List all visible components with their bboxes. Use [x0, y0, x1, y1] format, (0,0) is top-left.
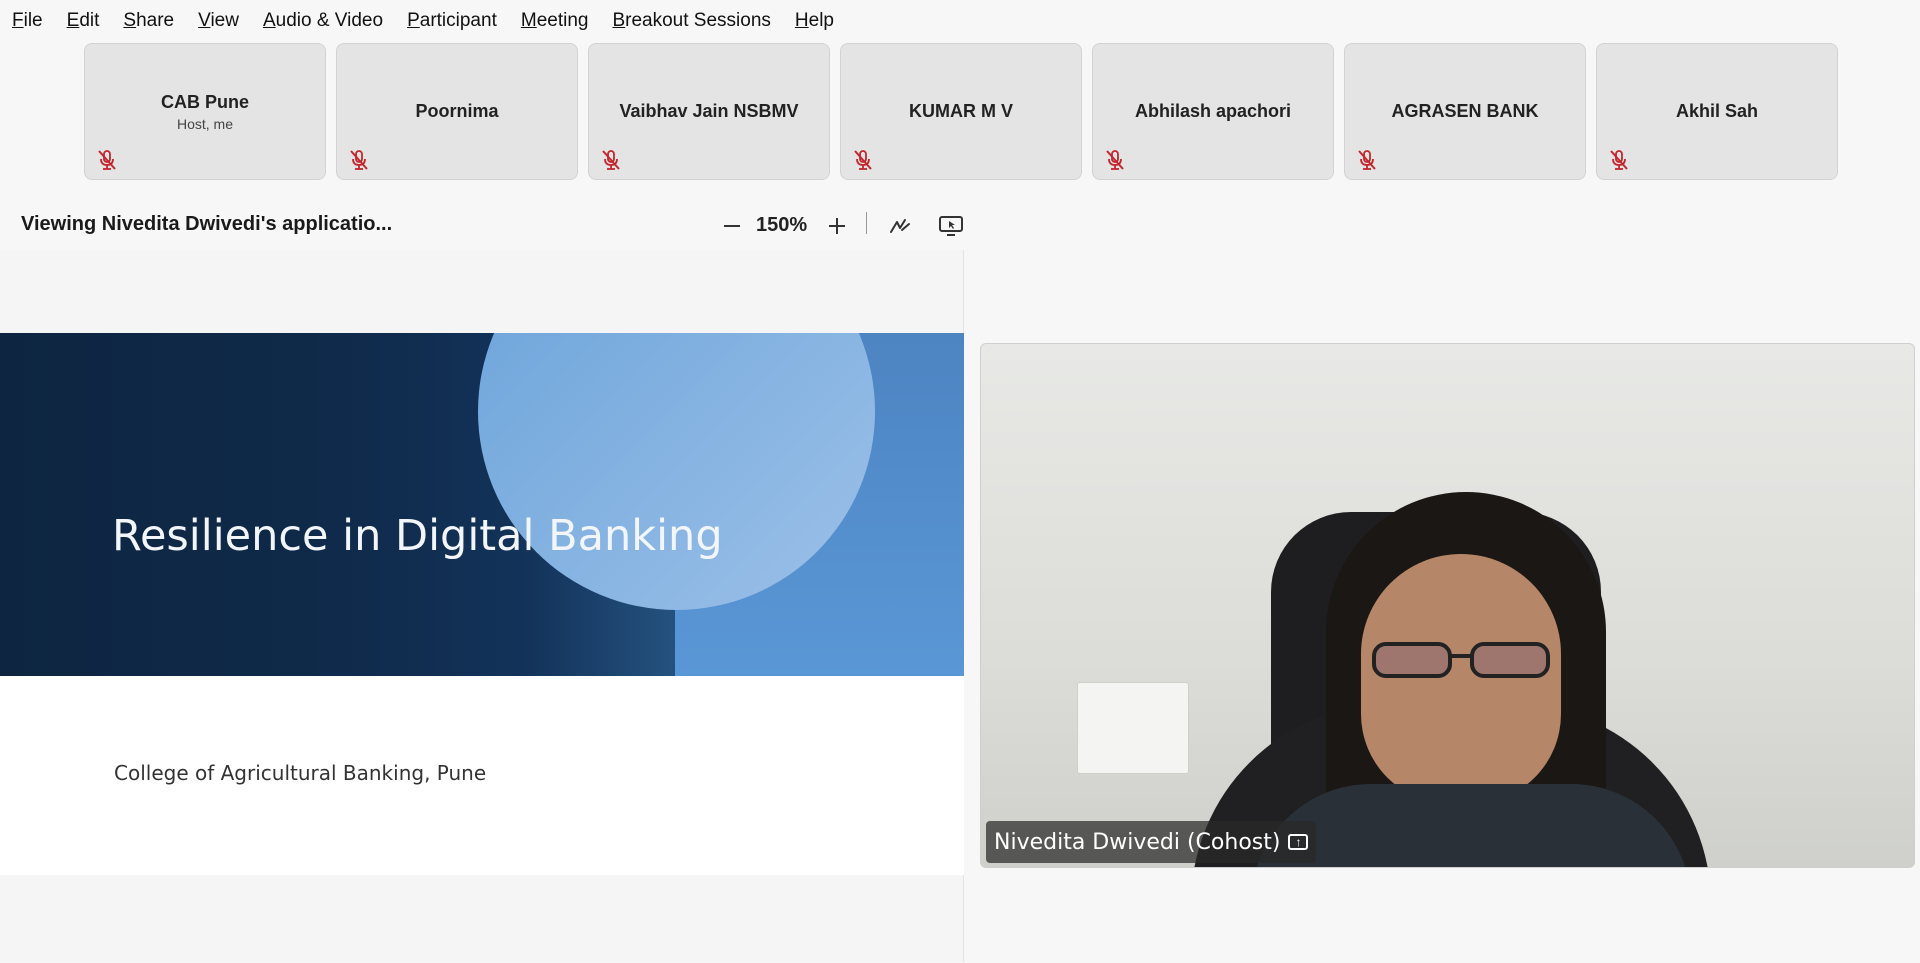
participant-tile[interactable]: Vaibhav Jain NSBMV	[588, 43, 830, 180]
participant-tile[interactable]: KUMAR M V	[840, 43, 1082, 180]
wall-socket	[1077, 682, 1189, 774]
shared-screen[interactable]: Resilience in Digital Banking College of…	[0, 250, 964, 962]
muted-mic-icon	[98, 150, 116, 170]
screen-share-icon: ↑	[1288, 834, 1309, 850]
menu-breakout-sessions[interactable]: Breakout Sessions	[612, 10, 770, 32]
muted-mic-icon	[350, 150, 368, 170]
participant-tile[interactable]: Poornima	[336, 43, 578, 180]
menu-file[interactable]: File	[12, 10, 43, 32]
menu-help[interactable]: Help	[795, 10, 834, 32]
participant-name: CAB Pune	[160, 91, 249, 112]
share-toolbar: Viewing Nivedita Dwivedi's applicatio...…	[0, 205, 970, 245]
menu-audio-video[interactable]: Audio & Video	[263, 10, 383, 32]
participant-name: KUMAR M V	[909, 101, 1013, 121]
speaker-body	[1251, 784, 1691, 867]
muted-mic-icon	[1610, 150, 1628, 170]
zoom-out-button[interactable]	[717, 211, 747, 241]
participant-strip: CAB Pune Host, me Poornima Vaibhav Jain NSB…	[84, 43, 1838, 180]
muted-mic-icon	[854, 150, 872, 170]
annotate-pen-icon	[890, 219, 910, 233]
participant-name: Akhil Sah	[1675, 101, 1759, 121]
participant-role: Host, me	[176, 115, 233, 132]
glasses	[1372, 642, 1550, 678]
speaker-name-tag: Nivedita Dwivedi (Cohost) ↑	[986, 821, 1317, 863]
minus-icon	[724, 225, 740, 227]
speaker-name: Nivedita Dwivedi (Cohost)	[994, 829, 1281, 855]
zoom-level: 150%	[756, 214, 808, 236]
menu-share[interactable]: Share	[123, 10, 174, 32]
menu-edit[interactable]: Edit	[67, 10, 100, 32]
muted-mic-icon	[1106, 150, 1124, 170]
participant-name: Vaibhav Jain NSBMV	[619, 101, 799, 121]
remote-control-icon	[939, 216, 963, 236]
participant-name: AGRASEN BANK	[1391, 101, 1539, 121]
menu-view[interactable]: View	[198, 10, 239, 32]
menu-participant[interactable]: Participant	[407, 10, 497, 32]
menu-meeting[interactable]: Meeting	[521, 10, 589, 32]
menu-bar: File Edit Share View Audio & Video Participan…	[0, 0, 1920, 42]
muted-mic-icon	[1358, 150, 1376, 170]
annotate-button[interactable]	[885, 211, 915, 241]
participant-name: Poornima	[415, 101, 499, 121]
slide-subtitle: College of Agricultural Banking, Pune	[114, 761, 487, 785]
slide-title: Resilience in Digital Banking	[112, 511, 723, 561]
participant-tile[interactable]: Abhilash apachori	[1092, 43, 1334, 180]
muted-mic-icon	[602, 150, 620, 170]
toolbar-separator	[866, 212, 867, 234]
active-speaker-video[interactable]: Nivedita Dwivedi (Cohost) ↑	[980, 343, 1915, 868]
zoom-in-button[interactable]	[822, 211, 852, 241]
participant-tile[interactable]: CAB Pune Host, me	[84, 43, 326, 180]
presentation-slide: Resilience in Digital Banking College of…	[0, 333, 964, 875]
participant-tile[interactable]: Akhil Sah	[1596, 43, 1838, 180]
remote-control-button[interactable]	[936, 211, 966, 241]
participant-tile[interactable]: AGRASEN BANK	[1344, 43, 1586, 180]
slide-banner: Resilience in Digital Banking	[0, 333, 964, 676]
plus-icon	[829, 218, 845, 234]
participant-name: Abhilash apachori	[1134, 101, 1292, 121]
share-title: Viewing Nivedita Dwivedi's applicatio...	[21, 213, 393, 235]
